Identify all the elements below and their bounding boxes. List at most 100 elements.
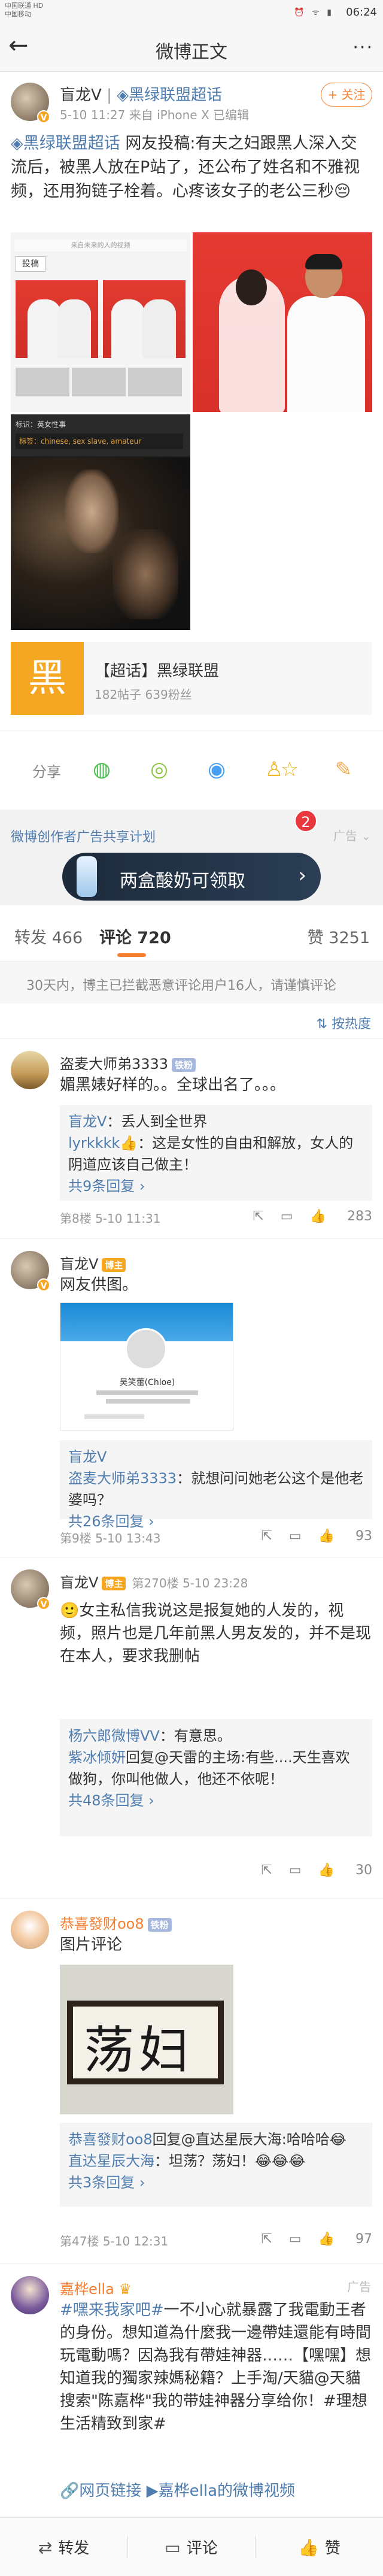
reply-box[interactable]: 杨六郎微博VV：有意思。 紫冰倾妍回复@天雷的主场:有些....天生喜欢做狗，你… [60, 1719, 372, 1836]
weibo-detail-page: 中国联通 HD 中国移动 ⏰ ᯤ ▮ 06:24 ← 微博正文 ··· V 盲龙… [0, 0, 383, 2576]
share-icon[interactable]: ⇱ [261, 1529, 272, 1544]
reply-author[interactable]: 盗麦大师弟3333 [68, 1470, 177, 1487]
ad-links[interactable]: 🔗网页链接 ▶嘉桦ella的微博视频 [60, 2480, 371, 2502]
commenter-name-text: 盗麦大师弟3333 [60, 1056, 169, 1072]
repost-button[interactable]: ⇄ 转发 [0, 2536, 127, 2558]
sort-bar: ⇅ 按热度 [0, 1004, 383, 1038]
ad-plan-link[interactable]: 微博创作者广告共享计划 [11, 826, 156, 845]
comment-actions: ⇱ ▭ 👍 30 [244, 1863, 372, 1878]
post-photo-2[interactable] [193, 232, 372, 412]
reply-icon[interactable]: ▭ [289, 2232, 302, 2247]
strip-thumb [16, 368, 69, 396]
groom-figure [282, 254, 372, 412]
author-name[interactable]: 盲龙V [60, 86, 102, 104]
reply-box[interactable]: 盲龙V：丢人到全世界 lyrkkkk👍：这是女性的自由和解放，女人的阴道应该自己… [60, 1105, 372, 1201]
like-icon[interactable]: 👍 [310, 1209, 326, 1224]
like-icon[interactable]: 👍 [318, 2232, 335, 2247]
comment-image[interactable]: 荡妇 [60, 1965, 233, 2114]
reply-box[interactable]: 盲龙V 盗麦大师弟3333：就想问问她老公这个是他老婆吗？ 共26条回复 › [60, 1440, 372, 1530]
avatar[interactable] [11, 2276, 49, 2314]
post-topic-link[interactable]: 黑绿联盟超话 [23, 134, 120, 153]
comment-image[interactable]: 吴笑蕾(Chloe) [60, 1302, 233, 1431]
ad-tag[interactable]: 广告 ⌄ [333, 826, 371, 844]
reply-author[interactable]: lyrkkkk [68, 1135, 120, 1151]
avatar[interactable] [11, 1051, 49, 1089]
like-button[interactable]: 👍 赞 [256, 2536, 383, 2558]
comment-meta: 第8楼 5-10 11:31 [60, 1211, 161, 1226]
commenter-name[interactable]: 盗麦大师弟3333 铁粉 [60, 1052, 196, 1073]
topic-link[interactable]: #嘿来我家吧# [60, 2301, 164, 2319]
card-line [96, 1390, 198, 1395]
sort-icon: ⇅ [316, 1017, 327, 1032]
favorite-icon[interactable]: ☆ [274, 754, 305, 785]
wechat-icon[interactable]: ◍ [86, 754, 117, 785]
comment-text-body: 女主私信我说这是报复她的人发的，视频，照片也是几年前黑人男友发的，并不是现在本人… [60, 1602, 372, 1665]
scene-shape [113, 529, 178, 619]
post-photo-1[interactable]: 来自未来的人的视频 投稿 [11, 232, 190, 412]
more-icon[interactable]: ··· [352, 37, 373, 58]
share-icon[interactable]: ⇱ [261, 1863, 272, 1878]
body-shape [287, 296, 365, 412]
share-icon[interactable]: ⇱ [253, 1209, 263, 1224]
sort-button[interactable]: ⇅ 按热度 [317, 1013, 371, 1032]
reply-icon[interactable]: ▭ [289, 1863, 302, 1878]
post-edited[interactable]: 已编辑 [213, 108, 249, 122]
topic-tag-link[interactable]: 黑绿联盟超话 [129, 86, 222, 104]
reply-icon[interactable]: ▭ [281, 1209, 293, 1224]
reply-author[interactable]: 直达星辰大海 [68, 2153, 154, 2169]
yogurt-bottle-icon [77, 856, 97, 897]
photo-scene [11, 457, 190, 630]
card-line [106, 1399, 190, 1404]
reply-author[interactable]: 盲龙V [68, 1113, 107, 1130]
commenter-name[interactable]: 盲龙V 博主 第270楼 5-10 23:28 [60, 1571, 248, 1592]
crown-icon: ♛ [118, 2281, 132, 2298]
fan-level-badge: 铁粉 [147, 1917, 172, 1932]
thumbs-up-icon: 👍 [120, 1135, 138, 1151]
reply-line: 盲龙V：丢人到全世界 [68, 1111, 364, 1132]
edit-icon[interactable]: ✎ [328, 754, 359, 785]
ad-section: 微博创作者广告共享计划 广告 ⌄ 两盒酸奶可领取 › [0, 818, 383, 905]
comment-meta-inline: 第270楼 5-10 23:28 [132, 1576, 248, 1590]
fan-level-badge: 铁粉 [172, 1057, 196, 1072]
reply-line: 杨六郎微博VV：有意思。 [68, 1725, 364, 1747]
more-replies-link[interactable]: 共9条回复 › [68, 1175, 364, 1197]
reply-line: 紫冰倾妍回复@天雷的主场:有些....天生喜欢做狗，你叫他做人，他还不依呢！ [68, 1747, 364, 1790]
reply-author[interactable]: 紫冰倾妍 [68, 1749, 126, 1766]
comment-button[interactable]: ▭ 评论 [127, 2536, 255, 2558]
post-photo-3[interactable]: 标识：英女性事 标签：chinese, sex slave, amateur [11, 414, 190, 630]
reply-author[interactable]: 杨六郎微博VV [68, 1728, 160, 1744]
post-meta: 5-10 11:27 来自 iPhone X 已编辑 [60, 105, 249, 123]
share-icon[interactable]: ⇱ [261, 2232, 272, 2247]
ad-banner[interactable]: 两盒酸奶可领取 › [62, 853, 321, 901]
super-topic-icon: ◈ [117, 86, 129, 104]
nav-bar: ← 微博正文 ··· [0, 23, 383, 72]
post-text: ◈黑绿联盟超话 网友投稿:有夫之妇跟黑人深入交流后，被黑人放在P站了，还公布了姓… [11, 132, 372, 204]
commenter-name-text: 恭喜發财oo8 [60, 1916, 144, 1932]
more-replies-link[interactable]: 共3条回复 › [68, 2172, 364, 2193]
tab-like[interactable]: 赞 3251 [308, 925, 370, 948]
commenter-name[interactable]: 恭喜發财oo8 铁粉 [60, 1912, 172, 1933]
like-icon[interactable]: 👍 [318, 1863, 335, 1878]
reply-box[interactable]: 恭喜發财oo8回复@直达星辰大海:哈哈哈😂 直达星辰大海：坦荡？荡妇！😂😂😂 共… [60, 2123, 372, 2207]
reply-author[interactable]: 恭喜發财oo8 [68, 2131, 153, 2148]
moments-icon[interactable]: ◎ [144, 754, 175, 785]
comment-item: 盗麦大师弟3333 铁粉 媚黑婊好样的。。全球出名了。。。 盲龙V：丢人到全世界 … [0, 1038, 383, 1238]
tab-repost[interactable]: 转发 466 [14, 925, 83, 948]
separator: | [107, 86, 112, 104]
ad-count-badge: 2 [294, 810, 317, 832]
super-topic-card[interactable]: 黑 【超话】黑绿联盟 182帖子 639粉丝 [11, 642, 372, 715]
calligraphy-text: 荡妇 [84, 2021, 194, 2080]
avatar[interactable] [11, 1911, 49, 1949]
reply-icon[interactable]: ▭ [289, 1529, 302, 1544]
weibo-icon[interactable]: ◉ [201, 754, 232, 785]
like-icon[interactable]: 👍 [318, 1529, 335, 1544]
commenter-name[interactable]: 嘉桦ella ♛ [60, 2277, 132, 2298]
more-replies-link[interactable]: 共48条回复 › [68, 1790, 364, 1811]
commenter-name[interactable]: 盲龙V 博主 [60, 1252, 126, 1273]
tab-comment[interactable]: 评论 720 [99, 925, 171, 948]
reply-author[interactable]: 盲龙V [68, 1448, 107, 1465]
ad-text: 两盒酸奶可领取 [120, 871, 245, 892]
comment-text: 网友供图。 [60, 1276, 138, 1294]
follow-button[interactable]: + 关注 [321, 83, 372, 107]
scene-shape [65, 469, 118, 553]
